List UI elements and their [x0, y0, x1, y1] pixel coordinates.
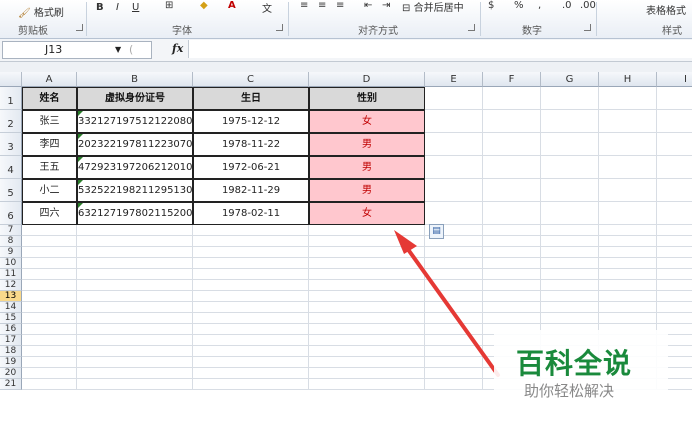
watermark-logo: 百科全说 助你轻松解决 [494, 330, 668, 410]
watermark-subtitle: 助你轻松解决 [524, 382, 615, 400]
watermark-title: 百科全说 [516, 347, 633, 380]
